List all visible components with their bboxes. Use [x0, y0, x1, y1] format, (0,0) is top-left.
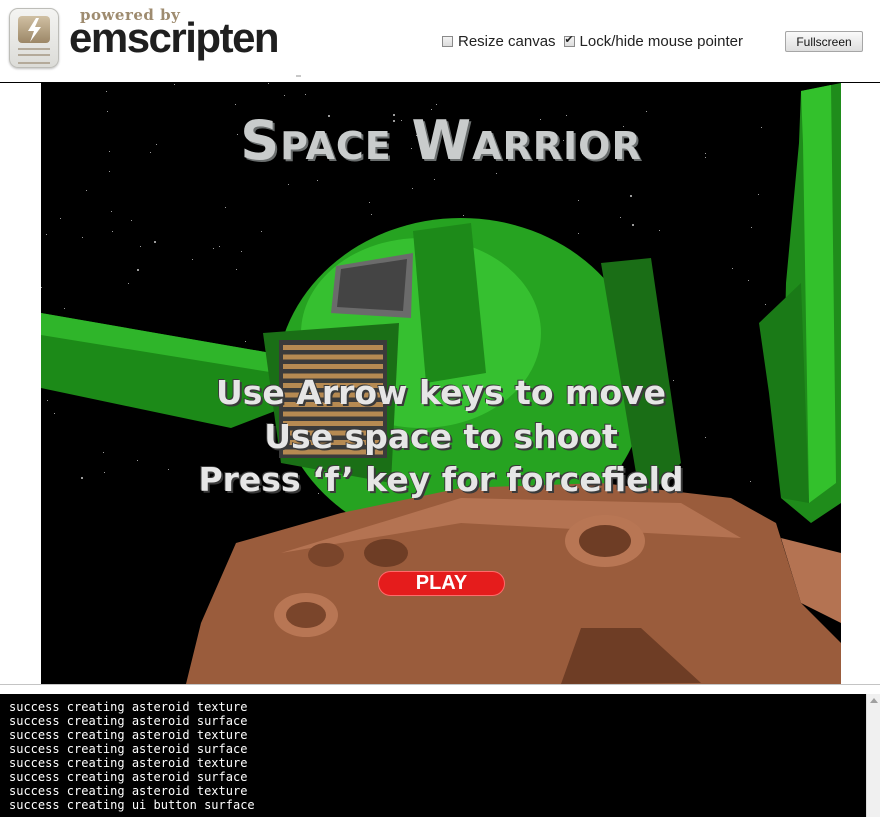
logo-lines	[18, 48, 50, 64]
instruction-shoot: Use space to shoot	[264, 417, 618, 456]
game-title: Space Warrior	[240, 109, 642, 172]
play-button[interactable]: PLAY	[378, 571, 505, 596]
console-scrollbar[interactable]	[866, 694, 880, 817]
resize-canvas-checkbox[interactable]	[442, 35, 453, 47]
console-output[interactable]: success creating asteroid texture succes…	[0, 694, 866, 817]
instruction-move: Use Arrow keys to move	[215, 373, 666, 412]
canvas-bottom-border	[0, 684, 880, 685]
divider	[296, 75, 301, 77]
lock-pointer-label[interactable]: Lock/hide mouse pointer	[580, 33, 743, 50]
fullscreen-button[interactable]: Fullscreen	[785, 31, 863, 52]
page-header: powered by emscripten Resize canvas Lock…	[0, 0, 880, 82]
lightning-icon	[18, 16, 50, 43]
console-line: success creating asteroid surface	[9, 742, 248, 756]
instruction-forcefield: Press ‘f’ key for forcefield	[198, 460, 684, 499]
console-line: success creating asteroid texture	[9, 756, 248, 770]
game-canvas[interactable]: Space Warrior Use Arrow keys to move Use…	[41, 83, 841, 684]
console-line: success creating asteroid texture	[9, 700, 248, 714]
brand-wordmark: emscripten	[69, 14, 280, 61]
canvas-controls: Resize canvas Lock/hide mouse pointer	[442, 31, 751, 51]
console-line: success creating asteroid surface	[9, 770, 248, 784]
resize-canvas-label[interactable]: Resize canvas	[458, 33, 556, 50]
lock-pointer-checkbox[interactable]	[563, 33, 575, 47]
emscripten-logo-icon	[9, 8, 59, 68]
console-line: success creating asteroid texture	[9, 728, 248, 742]
console-line: success creating ui button surface	[9, 798, 255, 812]
console-line: success creating asteroid surface	[9, 714, 248, 728]
scroll-up-arrow-icon[interactable]	[870, 698, 878, 703]
console-line: success creating asteroid texture	[9, 784, 248, 798]
